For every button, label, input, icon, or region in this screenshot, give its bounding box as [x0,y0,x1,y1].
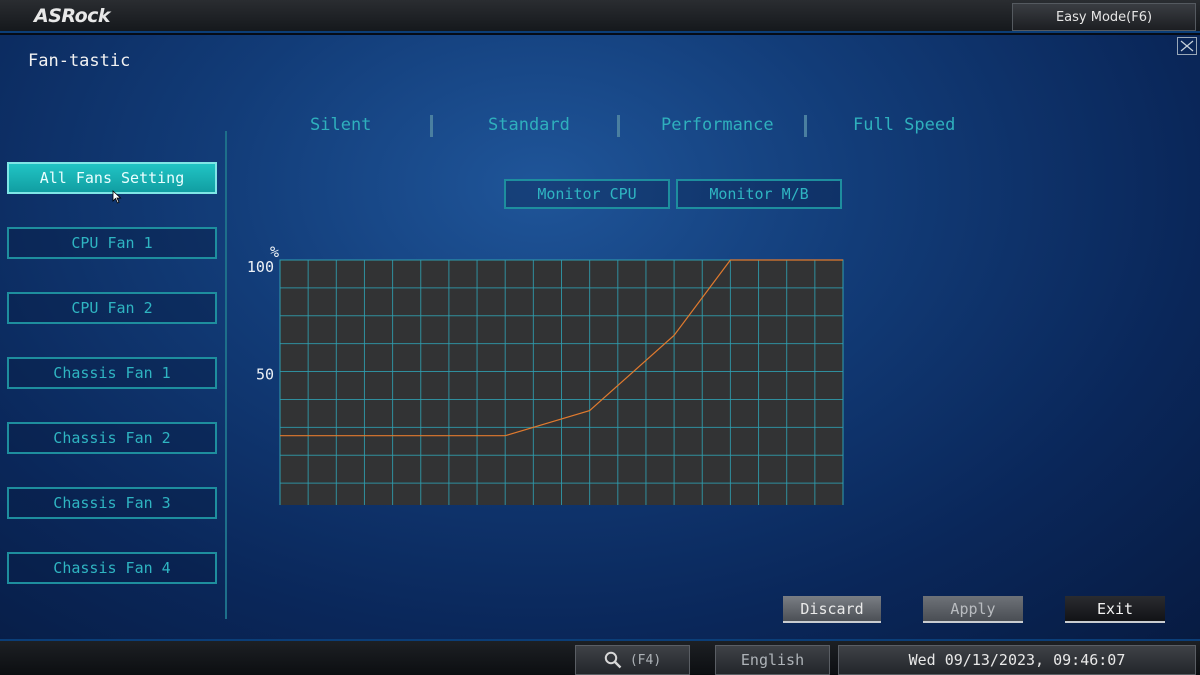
exit-button[interactable]: Exit [1065,596,1165,623]
y-tick-label: 100 [247,258,274,276]
page-title: Fan-tastic [28,51,131,71]
bottom-bar: (F4) English Wed 09/13/2023, 09:46:07 [0,639,1200,675]
top-bar: ASRock Easy Mode(F6) [0,0,1200,33]
fan-item-chassis-fan-1[interactable]: Chassis Fan 1 [7,357,217,389]
mode-tab-full-speed[interactable]: Full Speed [853,115,955,135]
discard-button[interactable]: Discard [783,596,881,623]
mode-tab-standard[interactable]: Standard [488,115,570,135]
fan-item-chassis-fan-4[interactable]: Chassis Fan 4 [7,552,217,584]
mode-separator [430,115,433,137]
asrock-logo: ASRock [34,5,111,27]
fan-item-chassis-fan-3[interactable]: Chassis Fan 3 [7,487,217,519]
mode-tab-silent[interactable]: Silent [310,115,371,135]
fan-item-cpu-fan-1[interactable]: CPU Fan 1 [7,227,217,259]
mode-separator [804,115,807,137]
search-button[interactable]: (F4) [575,645,690,675]
fan-tastic-panel: Fan-tastic Silent Standard Performance F… [0,35,1200,639]
y-tick-label: 50 [256,366,274,384]
fan-item-chassis-fan-2[interactable]: Chassis Fan 2 [7,422,217,454]
search-shortcut-label: (F4) [629,652,662,668]
mouse-cursor-icon [112,190,122,204]
sidebar-divider [225,131,227,619]
datetime-display: Wed 09/13/2023, 09:46:07 [838,645,1196,675]
mode-tab-performance[interactable]: Performance [661,115,774,135]
mode-separator [617,115,620,137]
apply-button[interactable]: Apply [923,596,1023,623]
close-icon[interactable] [1177,37,1197,55]
fan-item-cpu-fan-2[interactable]: CPU Fan 2 [7,292,217,324]
language-button[interactable]: English [715,645,830,675]
search-icon [604,651,622,669]
easy-mode-button[interactable]: Easy Mode(F6) [1012,3,1196,31]
fan-curve-chart[interactable]: %100500255075100°C [240,205,880,505]
